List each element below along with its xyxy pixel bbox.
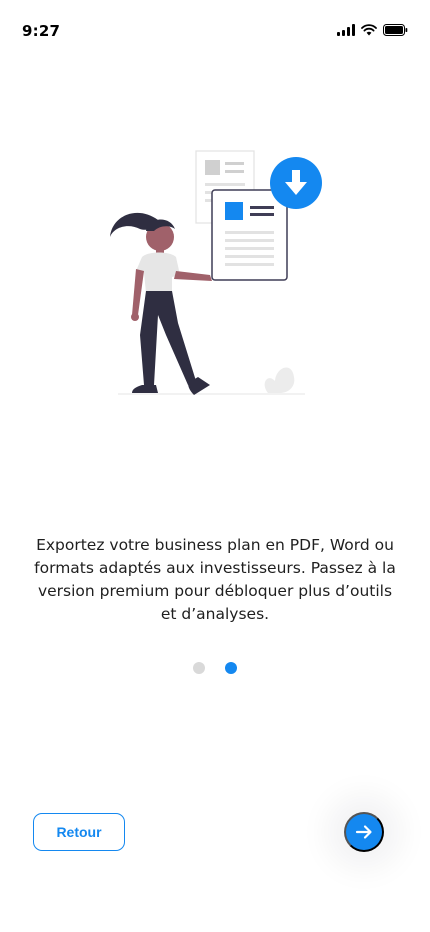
next-button[interactable] xyxy=(344,812,384,852)
page-dot-2-active[interactable] xyxy=(225,662,237,674)
status-icons xyxy=(337,24,408,36)
signal-icon xyxy=(337,24,355,36)
page-indicator xyxy=(0,662,430,674)
woman-document-download-illustration xyxy=(100,145,330,400)
battery-icon xyxy=(383,24,408,36)
back-button[interactable]: Retour xyxy=(33,813,125,851)
status-bar: 9:27 xyxy=(0,0,430,60)
status-time: 9:27 xyxy=(22,22,61,40)
page-dot-1[interactable] xyxy=(193,662,205,674)
arrow-right-icon xyxy=(353,821,375,843)
onboarding-description: Exportez votre business plan en PDF, Wor… xyxy=(34,536,396,623)
wifi-icon xyxy=(361,24,377,36)
